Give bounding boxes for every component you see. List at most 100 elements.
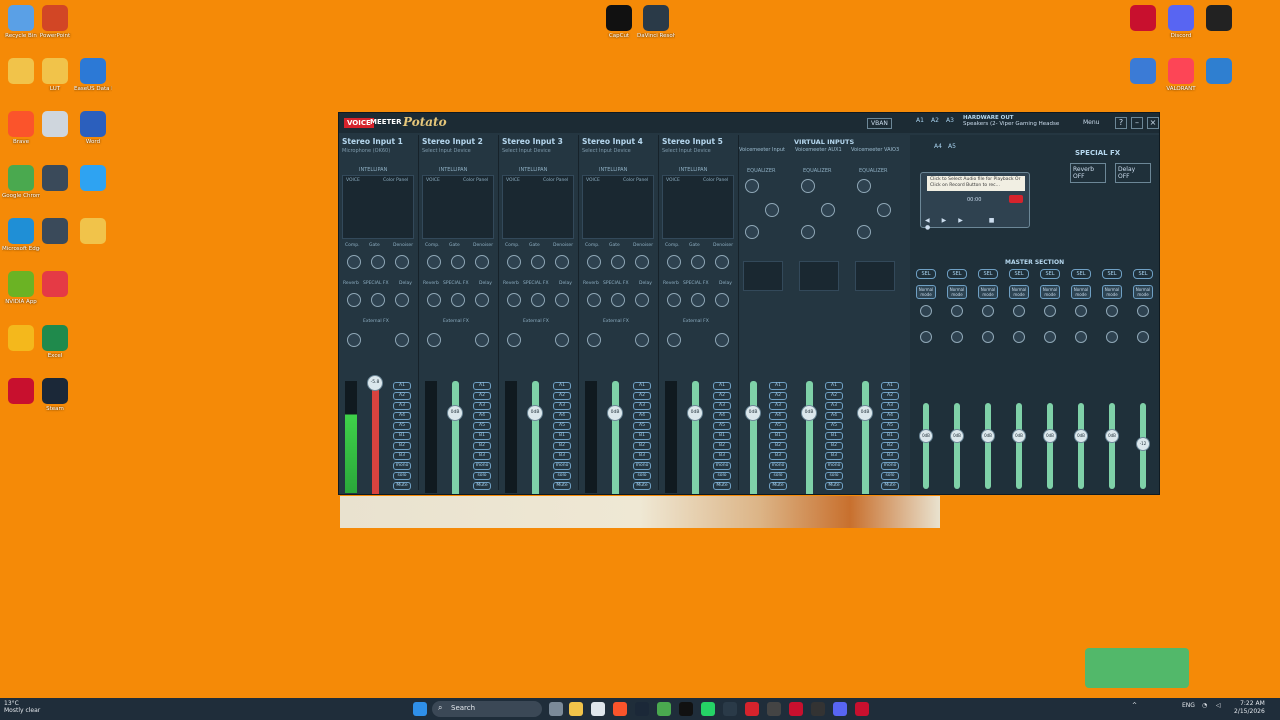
desktop-icon[interactable]: Steam [36,378,74,413]
fader-knob[interactable]: 0dB [447,405,463,421]
bus-button-mute[interactable]: Mute [881,482,899,490]
task-view-icon[interactable] [549,702,563,716]
fx-knob[interactable] [555,293,569,307]
background-image-window[interactable] [340,496,940,528]
volume-icon[interactable]: ◁ [1216,702,1221,709]
bus-button-a1[interactable]: A1 [769,382,787,390]
desktop-icon[interactable]: Recycle Bin [2,5,40,40]
bus-button-a3[interactable]: A3 [881,402,899,410]
master-fader-knob[interactable]: -12 [1136,437,1150,451]
fader-knob[interactable]: -5.8 [367,375,383,391]
fx-knob[interactable] [347,293,361,307]
hw-a4-button[interactable]: A4 [934,143,942,150]
fx-knob[interactable] [475,293,489,307]
eq-knob[interactable] [801,179,815,193]
external-fx-knob[interactable] [667,333,681,347]
bus-button-a1[interactable]: A1 [473,382,491,390]
intellipan-panel[interactable]: VOICE Color Panel [582,175,654,239]
desktop-icon[interactable]: EaseUS Data Recovery [74,58,112,93]
sel-button[interactable]: SEL [1071,269,1091,279]
denoiser-knob[interactable] [555,255,569,269]
file-explorer-icon[interactable] [569,702,583,716]
master-knob[interactable] [1137,305,1149,317]
normal-mode-button[interactable]: Normal mode [947,285,967,299]
bus-button-b1[interactable]: B1 [881,432,899,440]
fader-gain-slider[interactable] [532,381,539,494]
bus-button-b3[interactable]: B3 [825,452,843,460]
intellipan-panel[interactable]: VOICE Color Panel [422,175,494,239]
bus-button-a4[interactable]: A4 [825,412,843,420]
fader-gain-slider[interactable] [692,381,699,494]
master-knob[interactable] [1075,331,1087,343]
bus-button-mute[interactable]: Mute [473,482,491,490]
gate-knob[interactable] [371,255,385,269]
master-fader-knob[interactable]: 0dB [981,429,995,443]
eq-knob[interactable] [857,225,871,239]
strip-device[interactable]: Microphone (OK60) [342,148,390,154]
reverb-toggle[interactable]: Reverb OFF [1070,163,1106,183]
fader-knob[interactable]: 0dB [527,405,543,421]
fader-knob[interactable]: 0dB [801,405,817,421]
bus-button-solo[interactable]: solo [633,472,651,480]
desktop-icon[interactable]: Discord [1162,5,1200,40]
bus-button-b3[interactable]: B3 [713,452,731,460]
close-icon[interactable]: × [1147,117,1159,129]
fader-gain-slider[interactable] [372,381,379,494]
bus-button-a4[interactable]: A4 [769,412,787,420]
fx-knob[interactable] [531,293,545,307]
bus-button-a5[interactable]: A5 [633,422,651,430]
strip-device[interactable]: Select Input Device [582,148,631,154]
fader-knob[interactable]: 0dB [745,405,761,421]
delay-toggle[interactable]: Delay OFF [1115,163,1151,183]
master-knob[interactable] [1075,305,1087,317]
external-fx-knob[interactable] [427,333,441,347]
denoiser-knob[interactable] [635,255,649,269]
master-fader-slider[interactable] [1109,403,1115,489]
external-fx-knob[interactable] [635,333,649,347]
master-knob[interactable] [1044,331,1056,343]
desktop-icon[interactable] [74,218,112,246]
comp-knob[interactable] [347,255,361,269]
bus-button-mute[interactable]: Mute [825,482,843,490]
denoiser-knob[interactable] [395,255,409,269]
bus-button-a5[interactable]: A5 [393,422,411,430]
sel-button[interactable]: SEL [916,269,936,279]
bus-button-a2[interactable]: A2 [553,392,571,400]
gate-knob[interactable] [531,255,545,269]
desktop-icon[interactable]: Google Chrome [2,165,40,200]
normal-mode-button[interactable]: Normal mode [1102,285,1122,299]
sel-button[interactable]: SEL [1102,269,1122,279]
eq-knob[interactable] [765,203,779,217]
fx-knob[interactable] [667,293,681,307]
fx-knob[interactable] [395,293,409,307]
master-fader-slider[interactable] [1016,403,1022,489]
bus-button-b1[interactable]: B1 [769,432,787,440]
external-fx-knob[interactable] [555,333,569,347]
gate-knob[interactable] [451,255,465,269]
bus-button-a1[interactable]: A1 [633,382,651,390]
normal-mode-button[interactable]: Normal mode [916,285,936,299]
desktop-icon[interactable] [2,325,40,353]
desktop-icon[interactable]: NVIDIA App [2,271,40,306]
bus-button-a4[interactable]: A4 [473,412,491,420]
virtual-control-box[interactable] [855,261,895,291]
bus-button-a4[interactable]: A4 [881,412,899,420]
hw-a2-button[interactable]: A2 [931,117,939,124]
master-knob[interactable] [951,305,963,317]
bus-button-a3[interactable]: A3 [825,402,843,410]
bus-button-b2[interactable]: B2 [881,442,899,450]
hardware-out-device[interactable]: Speakers (2- Viper Gaming Headse [963,121,1059,127]
bus-button-a2[interactable]: A2 [825,392,843,400]
bus-button-a1[interactable]: A1 [393,382,411,390]
fx-knob[interactable] [587,293,601,307]
bus-button-a1[interactable]: A1 [825,382,843,390]
bus-button-a3[interactable]: A3 [473,402,491,410]
master-fader-slider[interactable] [985,403,991,489]
bus-button-a2[interactable]: A2 [881,392,899,400]
intellipan-panel[interactable]: VOICE Color Panel [662,175,734,239]
obs-icon[interactable] [811,702,825,716]
strip-device[interactable]: Select Input Device [422,148,471,154]
comp-knob[interactable] [667,255,681,269]
bus-button-solo[interactable]: solo [713,472,731,480]
fader-knob[interactable]: 0dB [607,405,623,421]
